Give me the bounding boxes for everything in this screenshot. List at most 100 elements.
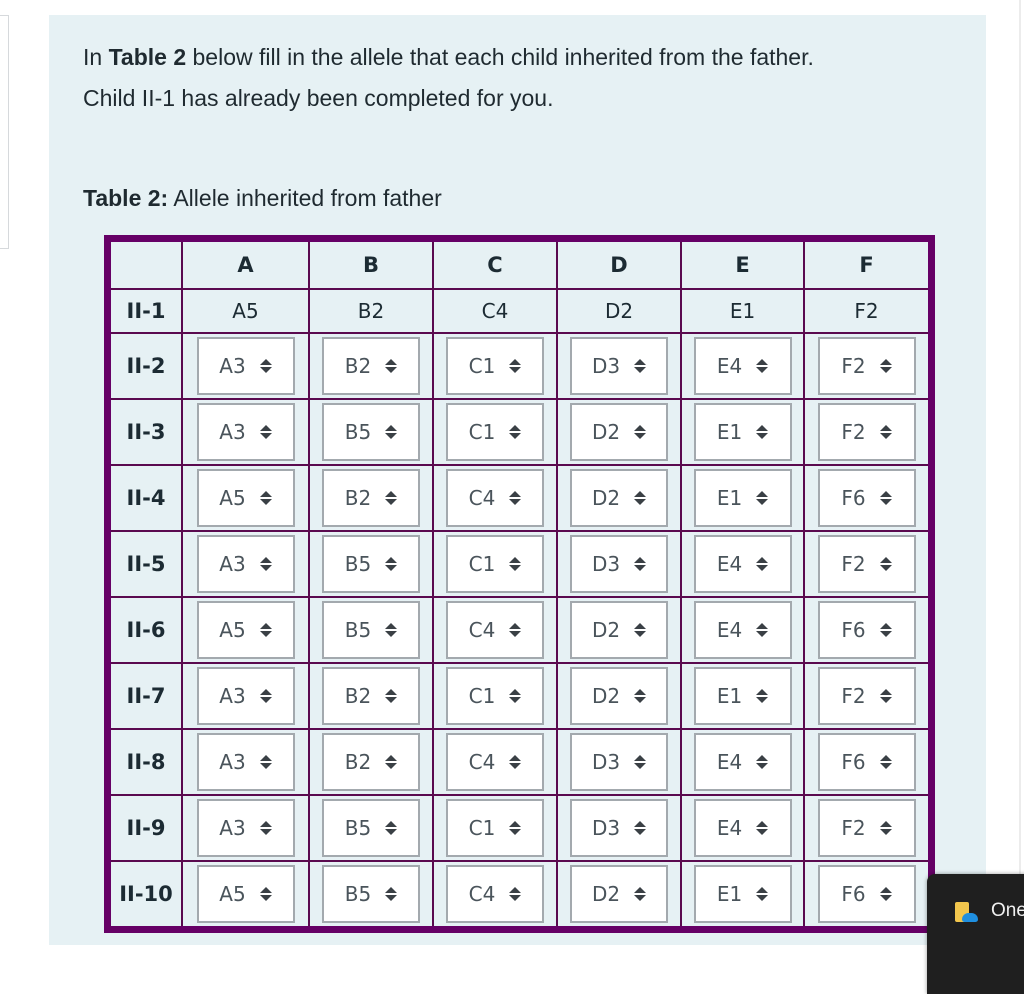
allele-select-d[interactable]: D2 <box>570 601 668 659</box>
sort-arrows-icon <box>756 887 769 901</box>
allele-select-c[interactable]: C4 <box>446 733 544 791</box>
allele-cell: C4 <box>432 596 558 664</box>
allele-select-d[interactable]: D2 <box>570 865 668 923</box>
allele-select-a[interactable]: A3 <box>196 799 295 857</box>
allele-select-d[interactable]: D2 <box>570 469 668 527</box>
allele-select-a[interactable]: A3 <box>196 733 295 791</box>
allele-select-d[interactable]: D3 <box>570 799 668 857</box>
arrow-down-icon <box>385 367 398 373</box>
allele-select-b[interactable]: B2 <box>322 733 420 791</box>
allele-cell: E1 <box>680 662 805 730</box>
allele-select-e[interactable]: E1 <box>693 667 792 725</box>
allele-select-a[interactable]: A5 <box>196 865 295 923</box>
allele-select-f[interactable]: F6 <box>817 601 916 659</box>
allele-select-c[interactable]: C1 <box>446 403 544 461</box>
allele-select-value: C4 <box>468 750 496 774</box>
allele-select-c[interactable]: C1 <box>446 337 544 395</box>
allele-select-b[interactable]: B2 <box>322 667 420 725</box>
onedrive-notification[interactable]: OneDrive <box>927 874 1024 994</box>
allele-cell: C4 <box>432 464 558 532</box>
sort-arrows-icon <box>385 887 398 901</box>
arrow-down-icon <box>756 565 769 571</box>
allele-select-f[interactable]: F2 <box>817 535 916 593</box>
allele-select-d[interactable]: D2 <box>570 667 668 725</box>
allele-select-b[interactable]: B5 <box>322 403 420 461</box>
allele-select-f[interactable]: F2 <box>817 403 916 461</box>
allele-select-c[interactable]: C1 <box>446 799 544 857</box>
allele-select-e[interactable]: E4 <box>693 535 792 593</box>
allele-select-f[interactable]: F6 <box>817 733 916 791</box>
allele-select-b[interactable]: B5 <box>322 601 420 659</box>
allele-select-d[interactable]: D3 <box>570 733 668 791</box>
sort-arrows-icon <box>385 755 398 769</box>
row-label: II-9 <box>106 794 183 862</box>
arrow-up-icon <box>879 755 892 761</box>
arrow-down-icon <box>385 829 398 835</box>
allele-select-f[interactable]: F6 <box>817 469 916 527</box>
allele-cell: F2 <box>803 398 933 466</box>
sort-arrows-icon <box>509 359 522 373</box>
row-label: II-8 <box>106 728 183 796</box>
allele-select-value: B5 <box>344 552 372 576</box>
header-row: A B C D E F <box>106 237 933 290</box>
sort-arrows-icon <box>385 821 398 835</box>
allele-cell: C1 <box>432 794 558 862</box>
row-label: II-6 <box>106 596 183 664</box>
allele-select-d[interactable]: D3 <box>570 535 668 593</box>
allele-select-f[interactable]: F6 <box>817 865 916 923</box>
arrow-down-icon <box>385 895 398 901</box>
arrow-up-icon <box>509 491 522 497</box>
allele-select-a[interactable]: A3 <box>196 337 295 395</box>
allele-cell: D2 <box>556 662 682 730</box>
allele-select-a[interactable]: A5 <box>196 601 295 659</box>
arrow-up-icon <box>509 425 522 431</box>
arrow-down-icon <box>634 433 647 439</box>
allele-select-b[interactable]: B2 <box>322 469 420 527</box>
child-row: II-9 A3 B5 C1 D3 E4 F2 <box>106 794 933 862</box>
arrow-up-icon <box>879 491 892 497</box>
allele-select-b[interactable]: B5 <box>322 535 420 593</box>
allele-select-a[interactable]: A5 <box>196 469 295 527</box>
given-value: F2 <box>803 288 933 334</box>
child-row: II-2 A3 B2 C1 D3 E4 F2 <box>106 332 933 400</box>
allele-select-a[interactable]: A3 <box>196 667 295 725</box>
allele-select-e[interactable]: E1 <box>693 865 792 923</box>
allele-select-c[interactable]: C4 <box>446 601 544 659</box>
allele-select-f[interactable]: F2 <box>817 799 916 857</box>
arrow-up-icon <box>385 623 398 629</box>
sort-arrows-icon <box>259 557 272 571</box>
allele-select-c[interactable]: C1 <box>446 667 544 725</box>
sort-arrows-icon <box>634 887 647 901</box>
allele-select-e[interactable]: E4 <box>693 733 792 791</box>
allele-select-b[interactable]: B5 <box>322 865 420 923</box>
allele-select-e[interactable]: E4 <box>693 799 792 857</box>
allele-select-c[interactable]: C1 <box>446 535 544 593</box>
allele-select-value: B2 <box>344 750 372 774</box>
allele-cell: E4 <box>680 530 805 598</box>
allele-select-a[interactable]: A3 <box>196 535 295 593</box>
allele-select-e[interactable]: E1 <box>693 403 792 461</box>
allele-select-b[interactable]: B5 <box>322 799 420 857</box>
sort-arrows-icon <box>879 689 892 703</box>
allele-select-a[interactable]: A3 <box>196 403 295 461</box>
sort-arrows-icon <box>879 425 892 439</box>
arrow-up-icon <box>756 491 769 497</box>
instructions-text-pre: In <box>83 44 109 70</box>
allele-select-f[interactable]: F2 <box>817 667 916 725</box>
allele-select-f[interactable]: F2 <box>817 337 916 395</box>
allele-cell: C4 <box>432 860 558 931</box>
allele-select-e[interactable]: E1 <box>693 469 792 527</box>
arrow-down-icon <box>509 895 522 901</box>
allele-select-b[interactable]: B2 <box>322 337 420 395</box>
allele-cell: D3 <box>556 332 682 400</box>
allele-select-d[interactable]: D2 <box>570 403 668 461</box>
arrow-up-icon <box>634 623 647 629</box>
allele-select-c[interactable]: C4 <box>446 865 544 923</box>
allele-cell: B5 <box>308 596 434 664</box>
allele-cell: E4 <box>680 728 805 796</box>
allele-select-c[interactable]: C4 <box>446 469 544 527</box>
allele-select-e[interactable]: E4 <box>693 337 792 395</box>
allele-select-d[interactable]: D3 <box>570 337 668 395</box>
allele-select-e[interactable]: E4 <box>693 601 792 659</box>
onedrive-cloud-icon <box>962 913 978 922</box>
